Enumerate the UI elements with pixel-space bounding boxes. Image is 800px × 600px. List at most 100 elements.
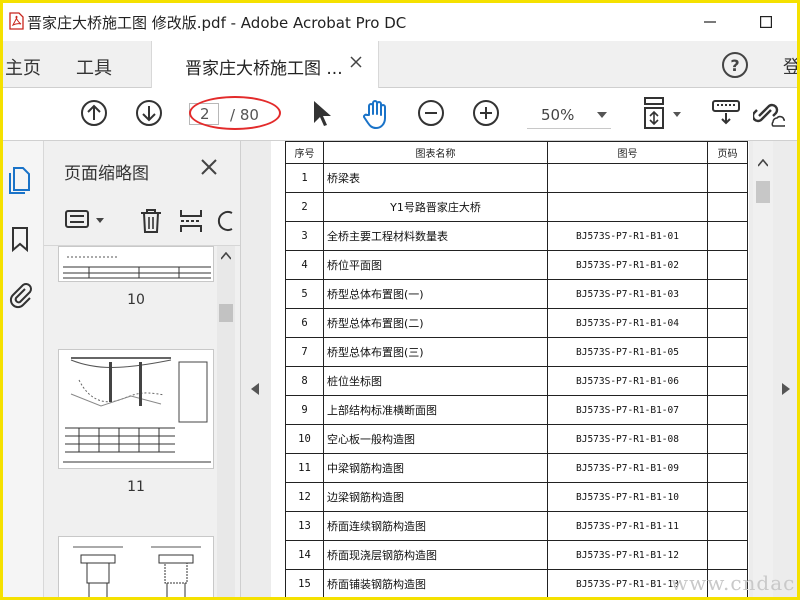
thumbnail-label: 10 bbox=[127, 292, 145, 308]
cell-page bbox=[707, 395, 748, 425]
scrollbar-thumb[interactable] bbox=[756, 181, 770, 203]
cell-no: 9 bbox=[285, 395, 324, 425]
table-row: 3 全桥主要工程材料数量表 BJ573S-P7-R1-B1-01 bbox=[285, 221, 748, 251]
cell-page bbox=[707, 221, 748, 251]
chevron-up-icon[interactable] bbox=[221, 252, 231, 260]
cell-code bbox=[547, 192, 708, 222]
maximize-button[interactable] bbox=[743, 7, 789, 37]
cell-name: 桥型总体布置图(二) bbox=[323, 308, 548, 338]
zoom-select[interactable]: 50% bbox=[527, 102, 611, 129]
title-bar: 晋家庄大桥施工图 修改版.pdf - Adobe Acrobat Pro DC bbox=[3, 3, 797, 41]
chevron-up-icon[interactable] bbox=[758, 159, 768, 167]
cell-code: BJ573S-P7-R1-B1-02 bbox=[547, 250, 708, 280]
cell-no: 1 bbox=[285, 163, 324, 193]
window-title: 晋家庄大桥施工图 修改版.pdf - Adobe Acrobat Pro DC bbox=[27, 14, 407, 32]
cell-no: 11 bbox=[285, 453, 324, 483]
close-icon[interactable] bbox=[201, 159, 217, 175]
table-row: 9 上部结构标准横断面图 BJ573S-P7-R1-B1-07 bbox=[285, 395, 748, 425]
table-row: 4 桥位平面图 BJ573S-P7-R1-B1-02 bbox=[285, 250, 748, 280]
cell-name: Y1号路晋家庄大桥 bbox=[323, 192, 548, 222]
annotation-ellipse bbox=[189, 96, 281, 130]
cell-page bbox=[707, 453, 748, 483]
drawing-index-table: 序号 图表名称 图号 页码 1 桥梁表 2 Y1号路晋家庄大桥 3 全桥主要工程材料数量表… bbox=[285, 141, 748, 597]
cell-no: 4 bbox=[285, 250, 324, 280]
table-row: 2 Y1号路晋家庄大桥 bbox=[285, 192, 748, 222]
cell-name: 桥面连续钢筋构造图 bbox=[323, 511, 548, 541]
thumbnail-toolbar bbox=[44, 197, 240, 246]
insert-page-icon[interactable] bbox=[178, 207, 204, 235]
trash-icon[interactable] bbox=[138, 207, 164, 235]
cell-page bbox=[707, 337, 748, 367]
table-row: 7 桥型总体布置图(三) BJ573S-P7-R1-B1-05 bbox=[285, 337, 748, 367]
document-scrollbar[interactable] bbox=[753, 141, 773, 597]
cell-name: 桥型总体布置图(三) bbox=[323, 337, 548, 367]
attachment-icon[interactable] bbox=[7, 279, 33, 309]
thumbnail-page-12[interactable] bbox=[58, 536, 214, 597]
cell-page bbox=[707, 424, 748, 454]
cell-no: 15 bbox=[285, 569, 324, 597]
bookmark-icon[interactable] bbox=[7, 225, 33, 255]
cell-name: 中梁钢筋构造图 bbox=[323, 453, 548, 483]
left-nav-rail bbox=[3, 141, 44, 597]
table-row: 6 桥型总体布置图(二) BJ573S-P7-R1-B1-04 bbox=[285, 308, 748, 338]
zoom-out-icon[interactable] bbox=[417, 99, 445, 127]
cell-code: BJ573S-P7-R1-B1-08 bbox=[547, 424, 708, 454]
cell-no: 5 bbox=[285, 279, 324, 309]
arrow-up-icon[interactable] bbox=[80, 99, 108, 127]
cell-page bbox=[707, 250, 748, 280]
thumbnail-page-10[interactable] bbox=[58, 246, 214, 282]
cell-name: 桥型总体布置图(一) bbox=[323, 279, 548, 309]
cell-no: 3 bbox=[285, 221, 324, 251]
login-link[interactable]: 登 bbox=[783, 53, 797, 79]
table-row: 1 桥梁表 bbox=[285, 163, 748, 193]
keyboard-icon[interactable] bbox=[711, 98, 743, 128]
cell-name: 桥位平面图 bbox=[323, 250, 548, 280]
tab-document[interactable]: 晋家庄大桥施工图 ... bbox=[151, 41, 379, 88]
page-thumbnails-icon[interactable] bbox=[7, 165, 33, 195]
collapse-right-icon[interactable] bbox=[782, 383, 790, 395]
cell-code: BJ573S-P7-R1-B1-11 bbox=[547, 511, 708, 541]
cell-code: BJ573S-P7-R1-B1-10 bbox=[547, 482, 708, 512]
tab-home[interactable]: 主页 bbox=[5, 54, 41, 80]
arrow-down-icon[interactable] bbox=[135, 99, 163, 127]
minimize-icon bbox=[704, 21, 716, 23]
help-icon[interactable]: ? bbox=[721, 51, 749, 79]
cell-page bbox=[707, 279, 748, 309]
cell-name: 桥面现浇层钢筋构造图 bbox=[323, 540, 548, 570]
cell-no: 6 bbox=[285, 308, 324, 338]
header-name: 图表名称 bbox=[323, 141, 548, 164]
thumbnail-scrollbar[interactable] bbox=[217, 246, 235, 597]
page-preview bbox=[73, 546, 201, 597]
cell-code: BJ573S-P7-R1-B1-03 bbox=[547, 279, 708, 309]
scrollbar-thumb[interactable] bbox=[219, 304, 233, 322]
zoom-value: 50% bbox=[541, 106, 575, 124]
cell-code: BJ573S-P7-R1-B1-06 bbox=[547, 366, 708, 396]
close-icon[interactable] bbox=[350, 56, 362, 68]
cell-page bbox=[707, 540, 748, 570]
cell-no: 2 bbox=[285, 192, 324, 222]
cell-name: 上部结构标准横断面图 bbox=[323, 395, 548, 425]
share-link-icon[interactable] bbox=[753, 98, 785, 128]
cell-page bbox=[707, 511, 748, 541]
cell-code: BJ573S-P7-R1-B1-12 bbox=[547, 540, 708, 570]
cell-no: 10 bbox=[285, 424, 324, 454]
thumbnail-page-11[interactable] bbox=[58, 349, 214, 469]
table-header-row: 序号 图表名称 图号 页码 bbox=[285, 141, 748, 164]
minimize-button[interactable] bbox=[687, 7, 733, 37]
hand-icon[interactable] bbox=[361, 99, 391, 131]
select-arrow-icon[interactable] bbox=[310, 99, 332, 129]
cell-page bbox=[707, 482, 748, 512]
document-area: 序号 图表名称 图号 页码 1 桥梁表 2 Y1号路晋家庄大桥 3 全桥主要工程材料数量表… bbox=[241, 141, 797, 597]
fit-page-icon[interactable] bbox=[641, 96, 685, 132]
tab-bar: 主页 工具 晋家庄大桥施工图 ... ? 登 bbox=[3, 41, 797, 88]
collapse-left-icon[interactable] bbox=[251, 383, 259, 395]
tab-tools[interactable]: 工具 bbox=[76, 54, 112, 80]
cell-name: 空心板一般构造图 bbox=[323, 424, 548, 454]
zoom-in-icon[interactable] bbox=[472, 99, 500, 127]
table-row: 14 桥面现浇层钢筋构造图 BJ573S-P7-R1-B1-12 bbox=[285, 540, 748, 570]
maximize-icon bbox=[760, 16, 773, 29]
app-window: 晋家庄大桥施工图 修改版.pdf - Adobe Acrobat Pro DC … bbox=[0, 0, 800, 600]
options-menu-icon[interactable] bbox=[64, 207, 110, 233]
rotate-icon[interactable] bbox=[216, 207, 236, 235]
cell-no: 8 bbox=[285, 366, 324, 396]
